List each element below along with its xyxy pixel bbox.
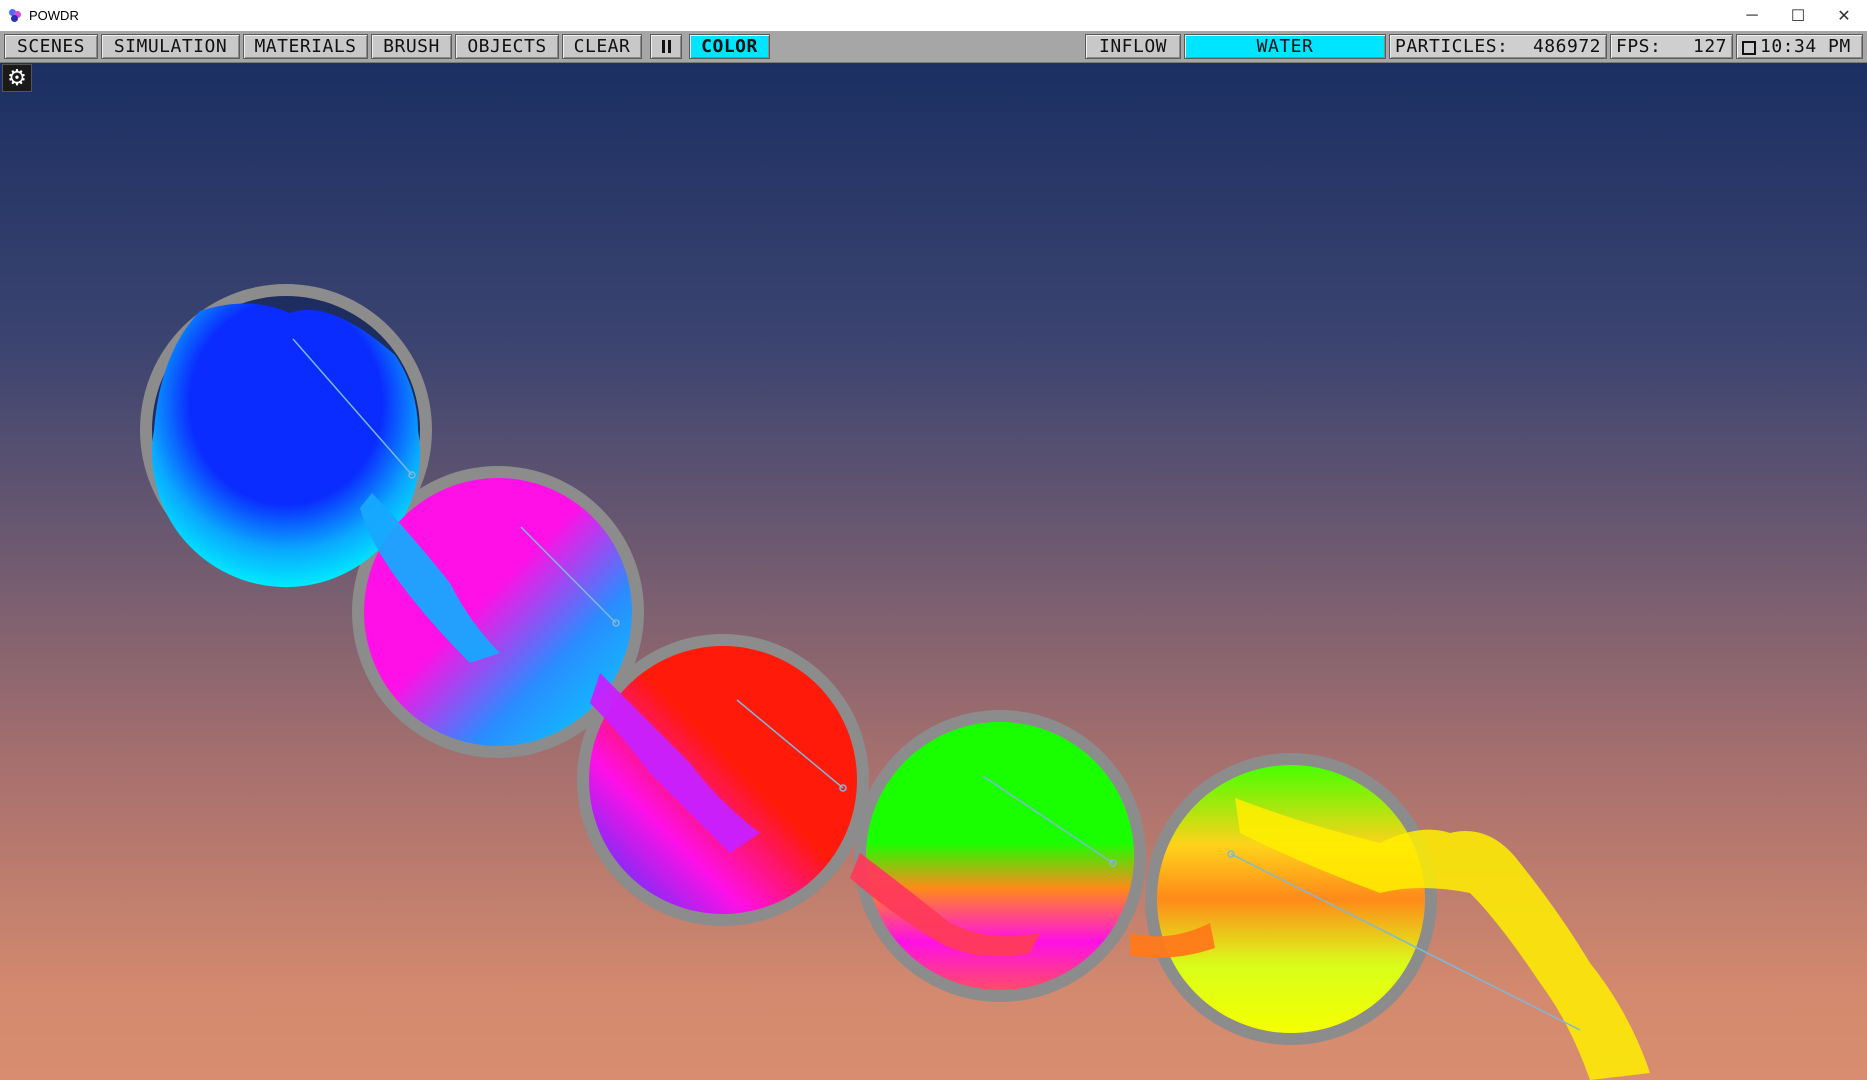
clock-icon (1742, 40, 1756, 55)
magenta-fluid (364, 478, 632, 746)
pause-icon (661, 40, 671, 53)
close-button[interactable]: ✕ (1821, 0, 1867, 31)
simulation-canvas[interactable] (0, 63, 1867, 1080)
fluid-spheres (152, 296, 1425, 1033)
material-selector[interactable]: WATER (1184, 34, 1386, 59)
pause-button[interactable] (650, 34, 682, 59)
yellow-fluid (1157, 765, 1425, 1033)
gear-icon: ⚙ (7, 65, 27, 91)
particle-counter: PARTICLES: 486972 (1389, 34, 1607, 59)
clock-time: 10:34 PM (1760, 36, 1851, 57)
fps-value: 127 (1692, 36, 1727, 57)
inflow-button[interactable]: INFLOW (1085, 34, 1181, 59)
objects-button[interactable]: OBJECTS (455, 34, 559, 59)
scenes-button[interactable]: SCENES (4, 34, 98, 59)
maximize-button[interactable]: ☐ (1775, 0, 1821, 31)
clock: 10:34 PM (1736, 34, 1863, 59)
simulation-scene (140, 284, 1650, 1080)
color-button[interactable]: COLOR (689, 34, 770, 59)
minimize-button[interactable]: ─ (1729, 0, 1775, 31)
fps-label: FPS: (1616, 36, 1662, 57)
clear-button[interactable]: CLEAR (562, 34, 642, 59)
window-title-bar: POWDR ─ ☐ ✕ (0, 0, 1867, 32)
particles-label: PARTICLES: (1395, 36, 1509, 57)
particles-value: 486972 (1532, 36, 1601, 57)
window-title: POWDR (29, 8, 79, 23)
app-toolbar: SCENES SIMULATION MATERIALS BRUSH OBJECT… (0, 31, 1867, 63)
fps-counter: FPS: 127 (1610, 34, 1733, 59)
brush-button[interactable]: BRUSH (371, 34, 452, 59)
simulation-button[interactable]: SIMULATION (101, 34, 240, 59)
materials-button[interactable]: MATERIALS (243, 34, 368, 59)
settings-button[interactable]: ⚙ (2, 64, 32, 92)
red-fluid (589, 646, 857, 914)
app-logo-icon (9, 8, 23, 23)
